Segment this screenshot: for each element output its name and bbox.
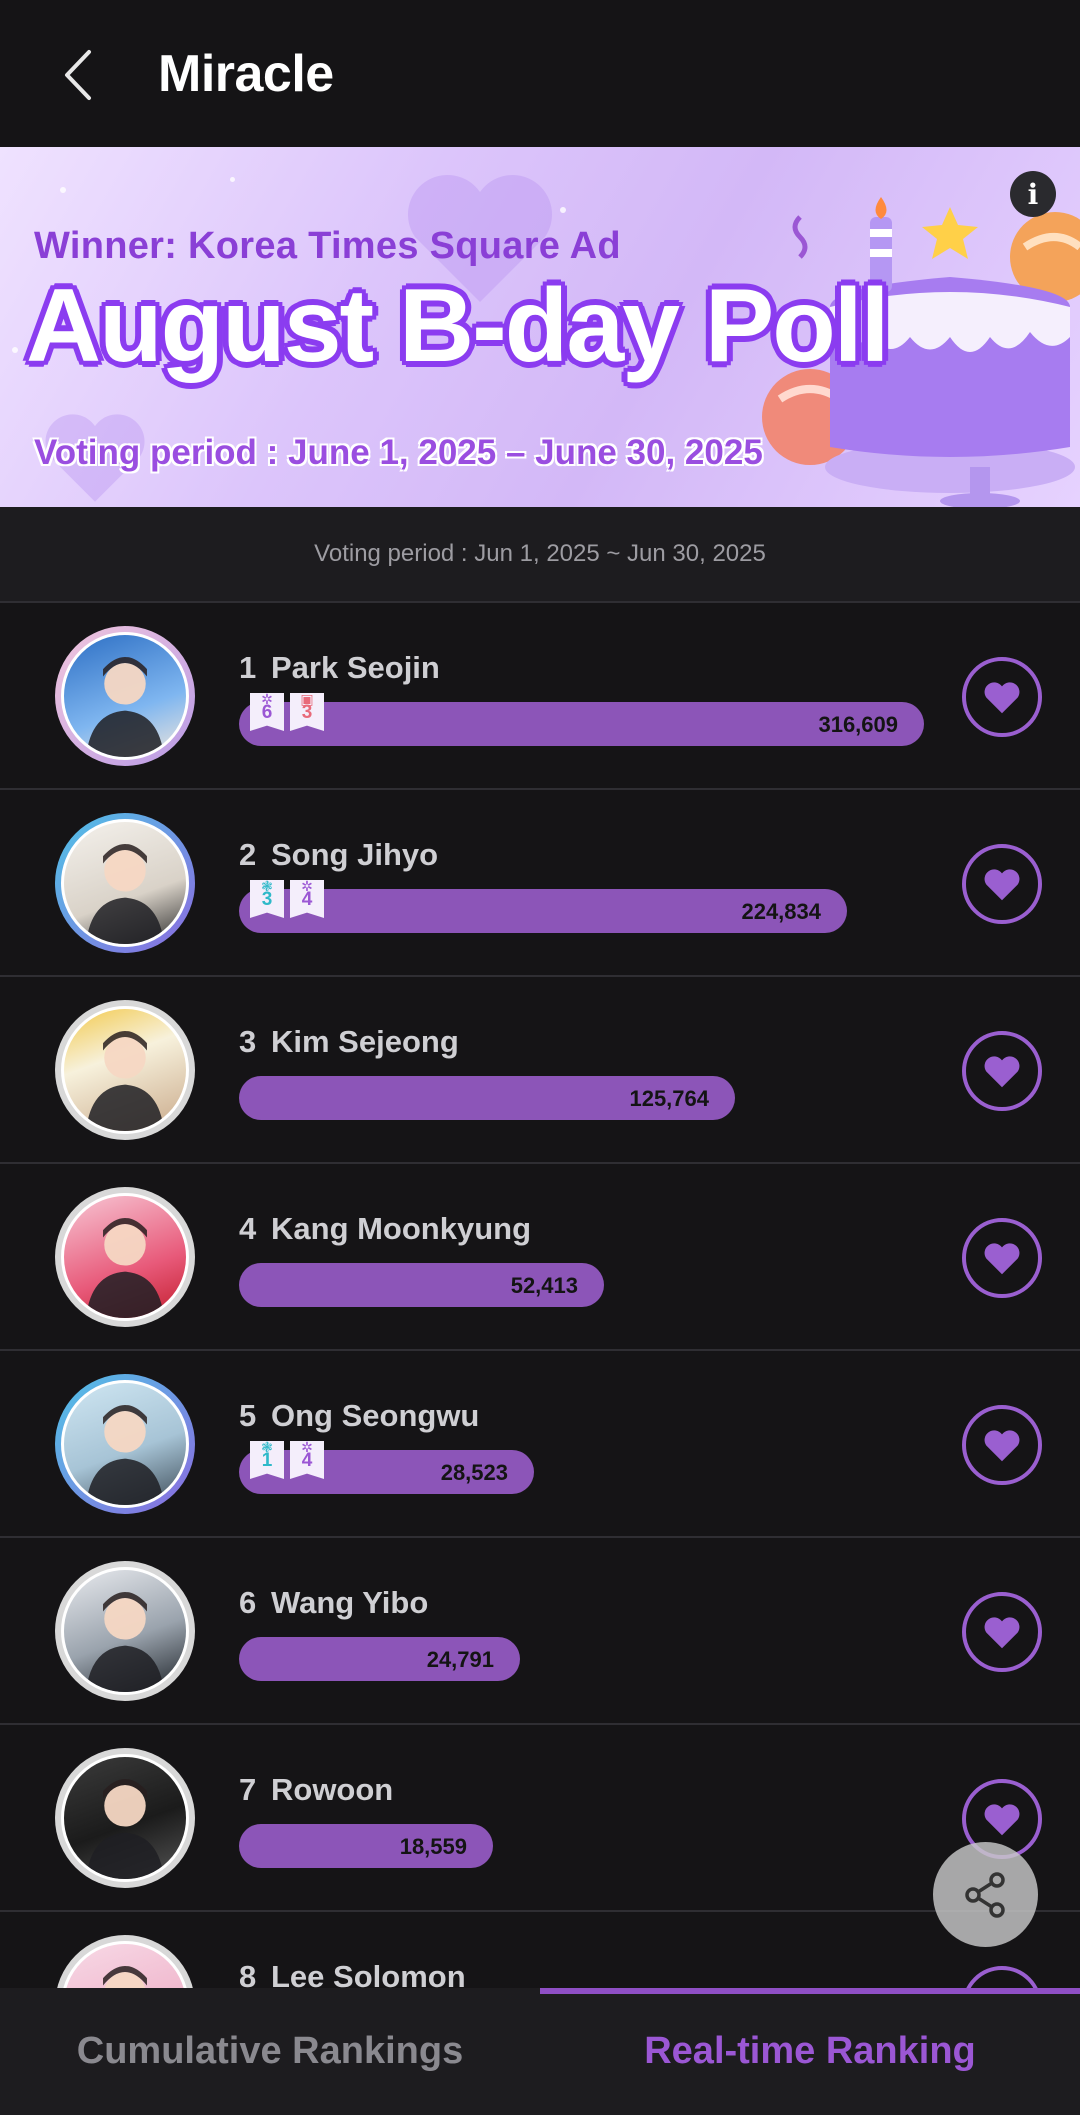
artist-name: Park Seojin bbox=[271, 650, 440, 685]
artist-name: Rowoon bbox=[271, 1772, 394, 1807]
ranking-row: 3 Kim Sejeong 125,764 bbox=[0, 977, 1080, 1164]
ranking-row: 4 Kang Moonkyung 52,413 bbox=[0, 1164, 1080, 1351]
badge-group: ❃ 1 ✲ 4 bbox=[250, 1441, 324, 1479]
rank-number: 2 bbox=[239, 837, 257, 872]
achievement-badge: ❃ 3 bbox=[250, 880, 284, 918]
badge-icon: ▣ bbox=[300, 691, 314, 707]
rank-number: 1 bbox=[239, 650, 257, 685]
achievement-badge: ▣ 3 bbox=[290, 693, 324, 731]
vote-heart-button[interactable] bbox=[962, 1218, 1042, 1298]
share-button[interactable] bbox=[933, 1842, 1038, 1947]
rank-number: 7 bbox=[239, 1772, 257, 1807]
ranking-row: 2 Song Jihyo 224,834 ❃ 3 ✲ 4 bbox=[0, 790, 1080, 977]
vote-count: 52,413 bbox=[510, 1273, 578, 1298]
ranking-row: 5 Ong Seongwu 28,523 ❃ 1 ✲ 4 bbox=[0, 1351, 1080, 1538]
artist-name: Kang Moonkyung bbox=[271, 1211, 532, 1246]
heart-icon bbox=[984, 1056, 1020, 1088]
info-icon: i bbox=[1027, 177, 1039, 211]
avatar[interactable] bbox=[55, 1374, 195, 1514]
ranking-row: 1 Park Seojin 316,609 ✲ 6 ▣ 3 bbox=[0, 603, 1080, 790]
rank-number: 6 bbox=[239, 1585, 257, 1620]
vote-count: 18,559 bbox=[399, 1834, 467, 1859]
vote-heart-button[interactable] bbox=[962, 1031, 1042, 1111]
vote-count: 316,609 bbox=[818, 712, 898, 737]
heart-icon bbox=[984, 682, 1020, 714]
vote-bar: 316,609 bbox=[239, 702, 924, 746]
rank-number: 5 bbox=[239, 1398, 257, 1433]
achievement-badge: ✲ 4 bbox=[290, 880, 324, 918]
heart-icon bbox=[984, 869, 1020, 901]
heart-icon bbox=[984, 1243, 1020, 1275]
avatar[interactable] bbox=[55, 1561, 195, 1701]
back-button[interactable] bbox=[48, 40, 108, 110]
vote-heart-button[interactable] bbox=[962, 1405, 1042, 1485]
rank-number: 3 bbox=[239, 1024, 257, 1059]
badge-icon: ❃ bbox=[261, 1439, 273, 1455]
badge-icon: ✲ bbox=[261, 691, 273, 707]
badge-icon: ✲ bbox=[301, 878, 313, 894]
badge-group: ❃ 3 ✲ 4 bbox=[250, 880, 324, 918]
avatar[interactable] bbox=[55, 813, 195, 953]
vote-bar: 18,559 bbox=[239, 1824, 493, 1868]
heart-icon bbox=[984, 1804, 1020, 1836]
vote-bar: 24,791 bbox=[239, 1637, 520, 1681]
ranking-list: 1 Park Seojin 316,609 ✲ 6 ▣ 3 2 Song Jihyo 224,83… bbox=[0, 603, 1080, 2099]
vote-bar: 125,764 bbox=[239, 1076, 735, 1120]
ranking-row: 6 Wang Yibo 24,791 bbox=[0, 1538, 1080, 1725]
badge-group: ✲ 6 ▣ 3 bbox=[250, 693, 324, 731]
artist-name: Kim Sejeong bbox=[271, 1024, 459, 1059]
vote-count: 28,523 bbox=[440, 1460, 508, 1485]
achievement-badge: ✲ 6 bbox=[250, 693, 284, 731]
artist-name: Wang Yibo bbox=[271, 1585, 429, 1620]
poll-banner[interactable]: Winner: Korea Times Square Ad August B-d… bbox=[0, 147, 1080, 507]
chevron-left-icon bbox=[65, 50, 91, 100]
ranking-row: 7 Rowoon 18,559 bbox=[0, 1725, 1080, 1912]
vote-count: 125,764 bbox=[629, 1086, 709, 1111]
artist-name: Song Jihyo bbox=[271, 837, 439, 872]
vote-count: 224,834 bbox=[741, 899, 821, 924]
bottom-tab-bar: Cumulative Rankings Real-time Ranking bbox=[0, 1988, 1080, 2115]
banner-period: Voting period : June 1, 2025 – June 30, … bbox=[34, 433, 763, 472]
banner-title: August B-day Poll bbox=[26, 268, 890, 384]
vote-heart-button[interactable] bbox=[962, 844, 1042, 924]
banner-winner-text: Winner: Korea Times Square Ad bbox=[34, 225, 621, 267]
page-title: Miracle bbox=[158, 45, 334, 103]
info-button[interactable]: i bbox=[1010, 171, 1056, 217]
vote-bar: 52,413 bbox=[239, 1263, 604, 1307]
vote-heart-button[interactable] bbox=[962, 657, 1042, 737]
badge-icon: ✲ bbox=[301, 1439, 313, 1455]
heart-icon bbox=[984, 1617, 1020, 1649]
vote-bar: 224,834 bbox=[239, 889, 847, 933]
rank-number: 4 bbox=[239, 1211, 257, 1246]
share-icon bbox=[964, 1871, 1005, 1918]
vote-count: 24,791 bbox=[426, 1647, 494, 1672]
badge-icon: ❃ bbox=[261, 878, 273, 894]
achievement-badge: ✲ 4 bbox=[290, 1441, 324, 1479]
app-header: Miracle bbox=[0, 0, 1080, 147]
avatar[interactable] bbox=[55, 1187, 195, 1327]
tab-cumulative-rankings[interactable]: Cumulative Rankings bbox=[0, 1988, 540, 2115]
tab-realtime-ranking[interactable]: Real-time Ranking bbox=[540, 1988, 1080, 2115]
artist-name: Ong Seongwu bbox=[271, 1398, 480, 1433]
heart-icon bbox=[984, 1430, 1020, 1462]
achievement-badge: ❃ 1 bbox=[250, 1441, 284, 1479]
avatar[interactable] bbox=[55, 626, 195, 766]
vote-heart-button[interactable] bbox=[962, 1592, 1042, 1672]
avatar[interactable] bbox=[55, 1748, 195, 1888]
avatar[interactable] bbox=[55, 1000, 195, 1140]
voting-period: Voting period : Jun 1, 2025 ~ Jun 30, 20… bbox=[0, 507, 1080, 603]
